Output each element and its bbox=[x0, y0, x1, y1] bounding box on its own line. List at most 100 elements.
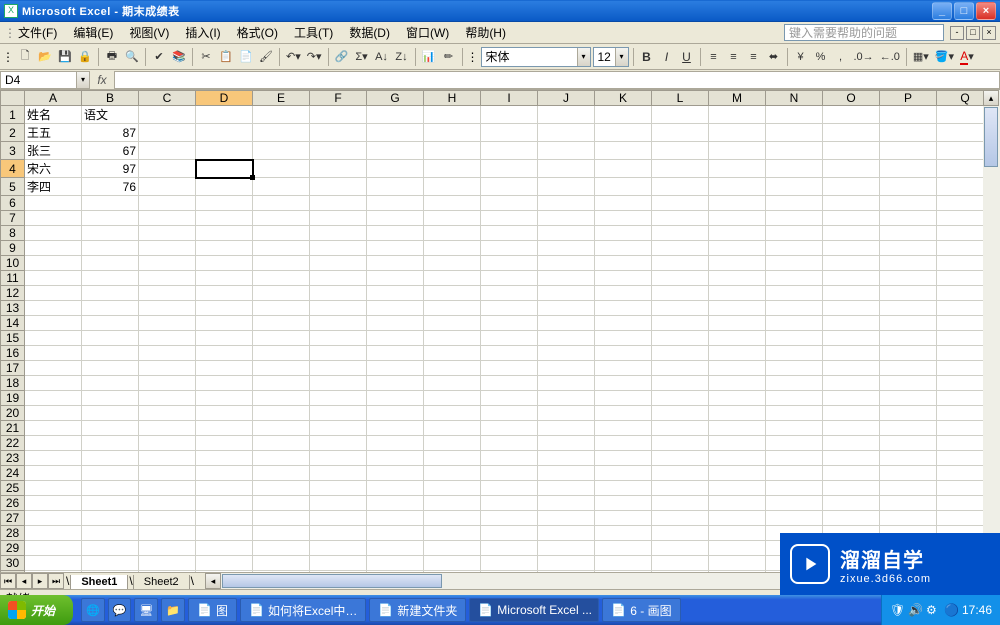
cell-H19[interactable] bbox=[424, 391, 481, 406]
cell-G26[interactable] bbox=[367, 496, 424, 511]
cell-F8[interactable] bbox=[310, 226, 367, 241]
cell-G18[interactable] bbox=[367, 376, 424, 391]
cell-G13[interactable] bbox=[367, 301, 424, 316]
cell-P6[interactable] bbox=[880, 196, 937, 211]
cell-L14[interactable] bbox=[652, 316, 709, 331]
cell-J8[interactable] bbox=[538, 226, 595, 241]
undo-button[interactable]: ↶▾ bbox=[284, 47, 303, 67]
cell-P23[interactable] bbox=[880, 451, 937, 466]
cell-C8[interactable] bbox=[139, 226, 196, 241]
cell-P18[interactable] bbox=[880, 376, 937, 391]
cell-G22[interactable] bbox=[367, 436, 424, 451]
cell-B30[interactable] bbox=[82, 556, 139, 571]
cell-L7[interactable] bbox=[652, 211, 709, 226]
cell-I21[interactable] bbox=[481, 421, 538, 436]
cell-I10[interactable] bbox=[481, 256, 538, 271]
cell-H5[interactable] bbox=[424, 178, 481, 196]
cell-K25[interactable] bbox=[595, 481, 652, 496]
cell-M5[interactable] bbox=[709, 178, 766, 196]
cell-K17[interactable] bbox=[595, 361, 652, 376]
cell-A23[interactable] bbox=[25, 451, 82, 466]
row-header-4[interactable]: 4 bbox=[1, 160, 25, 178]
cell-B4[interactable]: 97 bbox=[82, 160, 139, 178]
cell-P15[interactable] bbox=[880, 331, 937, 346]
taskbar-item[interactable]: 📄如何将Excel中… bbox=[240, 598, 366, 622]
cell-P2[interactable] bbox=[880, 124, 937, 142]
cell-O18[interactable] bbox=[823, 376, 880, 391]
cell-C30[interactable] bbox=[139, 556, 196, 571]
menu-item[interactable]: 文件(F) bbox=[10, 24, 65, 42]
cell-D10[interactable] bbox=[196, 256, 253, 271]
row-header-27[interactable]: 27 bbox=[1, 511, 25, 526]
menu-item[interactable]: 数据(D) bbox=[341, 24, 398, 42]
cell-B9[interactable] bbox=[82, 241, 139, 256]
cell-N24[interactable] bbox=[766, 466, 823, 481]
cell-B21[interactable] bbox=[82, 421, 139, 436]
cell-A28[interactable] bbox=[25, 526, 82, 541]
dec-decimal-button[interactable]: ←.0 bbox=[878, 47, 902, 67]
cell-C15[interactable] bbox=[139, 331, 196, 346]
cell-B11[interactable] bbox=[82, 271, 139, 286]
row-header-16[interactable]: 16 bbox=[1, 346, 25, 361]
spell-button[interactable]: ✔ bbox=[150, 47, 168, 67]
cell-K3[interactable] bbox=[595, 142, 652, 160]
cell-C14[interactable] bbox=[139, 316, 196, 331]
quick-launch-icon[interactable]: 📁 bbox=[161, 598, 185, 622]
cell-C16[interactable] bbox=[139, 346, 196, 361]
col-header-B[interactable]: B bbox=[82, 91, 139, 106]
row-header-28[interactable]: 28 bbox=[1, 526, 25, 541]
cell-M9[interactable] bbox=[709, 241, 766, 256]
sheet-tab-Sheet1[interactable]: Sheet1 bbox=[70, 575, 128, 589]
cell-L16[interactable] bbox=[652, 346, 709, 361]
cell-H11[interactable] bbox=[424, 271, 481, 286]
cell-L18[interactable] bbox=[652, 376, 709, 391]
cell-K4[interactable] bbox=[595, 160, 652, 178]
cell-A7[interactable] bbox=[25, 211, 82, 226]
cell-O9[interactable] bbox=[823, 241, 880, 256]
cell-M16[interactable] bbox=[709, 346, 766, 361]
col-header-K[interactable]: K bbox=[595, 91, 652, 106]
cell-N10[interactable] bbox=[766, 256, 823, 271]
cell-P25[interactable] bbox=[880, 481, 937, 496]
cell-D4[interactable] bbox=[196, 160, 253, 178]
cell-I2[interactable] bbox=[481, 124, 538, 142]
cell-L21[interactable] bbox=[652, 421, 709, 436]
italic-button[interactable]: I bbox=[658, 47, 676, 67]
cell-M3[interactable] bbox=[709, 142, 766, 160]
borders-button[interactable]: ▦▾ bbox=[911, 47, 931, 67]
select-all-corner[interactable] bbox=[1, 91, 25, 106]
cell-P14[interactable] bbox=[880, 316, 937, 331]
cell-C10[interactable] bbox=[139, 256, 196, 271]
cell-I14[interactable] bbox=[481, 316, 538, 331]
cell-P5[interactable] bbox=[880, 178, 937, 196]
cell-E26[interactable] bbox=[253, 496, 310, 511]
cell-H28[interactable] bbox=[424, 526, 481, 541]
cell-J6[interactable] bbox=[538, 196, 595, 211]
row-header-3[interactable]: 3 bbox=[1, 142, 25, 160]
cell-E28[interactable] bbox=[253, 526, 310, 541]
cell-N16[interactable] bbox=[766, 346, 823, 361]
tray-icon[interactable]: ⚙ bbox=[926, 603, 940, 617]
cell-H23[interactable] bbox=[424, 451, 481, 466]
cell-H24[interactable] bbox=[424, 466, 481, 481]
cell-J28[interactable] bbox=[538, 526, 595, 541]
sum-button[interactable]: Σ▾ bbox=[353, 47, 371, 67]
cell-F13[interactable] bbox=[310, 301, 367, 316]
cell-G28[interactable] bbox=[367, 526, 424, 541]
cell-G19[interactable] bbox=[367, 391, 424, 406]
cell-I4[interactable] bbox=[481, 160, 538, 178]
cell-K27[interactable] bbox=[595, 511, 652, 526]
cell-L6[interactable] bbox=[652, 196, 709, 211]
col-header-O[interactable]: O bbox=[823, 91, 880, 106]
cell-A11[interactable] bbox=[25, 271, 82, 286]
cell-O8[interactable] bbox=[823, 226, 880, 241]
cell-E3[interactable] bbox=[253, 142, 310, 160]
cell-B3[interactable]: 67 bbox=[82, 142, 139, 160]
cell-A24[interactable] bbox=[25, 466, 82, 481]
cell-J7[interactable] bbox=[538, 211, 595, 226]
cell-J9[interactable] bbox=[538, 241, 595, 256]
cell-I11[interactable] bbox=[481, 271, 538, 286]
cell-I13[interactable] bbox=[481, 301, 538, 316]
cell-C20[interactable] bbox=[139, 406, 196, 421]
cell-I20[interactable] bbox=[481, 406, 538, 421]
